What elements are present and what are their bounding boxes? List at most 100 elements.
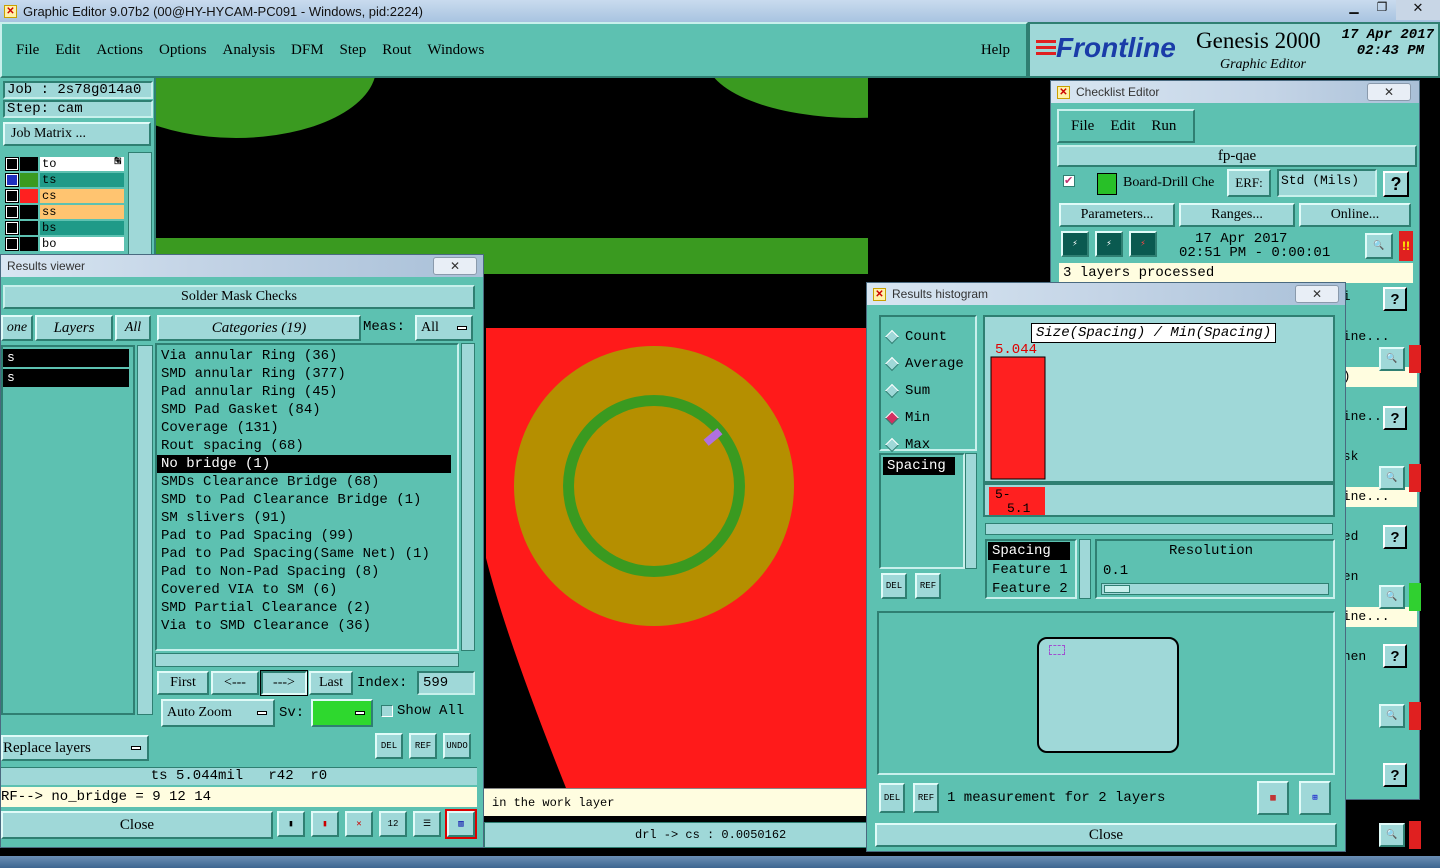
help-menu[interactable]: Help [981,42,1010,59]
category-item[interactable]: Pad to Pad Spacing (99) [157,527,451,545]
checklist-side-zoom-icon[interactable]: 🔍 [1379,347,1405,371]
undo-button[interactable]: UNDO [443,733,471,759]
ref-button[interactable]: REF [409,733,437,759]
board-view-icon[interactable]: ⊞ [1299,781,1331,815]
category-item[interactable]: Covered VIA to SM (6) [157,581,451,599]
category-item[interactable]: Pad to Pad Spacing(Same Net) (1) [157,545,451,563]
menu-edit[interactable]: Edit [55,42,80,59]
menu-actions[interactable]: Actions [96,42,143,59]
histogram-ref-bottom[interactable]: REF [913,783,939,813]
layer-row-cs[interactable]: cs [5,188,124,204]
parameters-button[interactable]: Parameters... [1059,203,1175,227]
category-item[interactable]: Via to SMD Clearance (36) [157,617,451,635]
checklist-side-help[interactable]: ? [1383,644,1407,668]
checklist-side-zoom-icon[interactable]: 🔍 [1379,585,1405,609]
check-enabled-checkbox[interactable]: ✔ [1063,175,1075,187]
histogram-ref-button[interactable]: REF [915,573,941,599]
menu-options[interactable]: Options [159,42,207,59]
all-layers-tab[interactable]: All [115,315,151,341]
category-item[interactable]: Pad to Non-Pad Spacing (8) [157,563,451,581]
checklist-side-help[interactable]: ? [1383,763,1407,787]
categories-list[interactable]: Via annular Ring (36) SMD annular Ring (3… [155,343,459,651]
histogram-close-button[interactable]: Close [875,823,1337,847]
run-check-icon[interactable]: ⚡ [1061,231,1089,257]
layer-result-item[interactable]: s [3,369,129,387]
menu-rout[interactable]: Rout [382,42,411,59]
erf-button[interactable]: ERF: [1227,169,1271,197]
layer-row-ss[interactable]: ss [5,204,124,220]
layer-results-scrollbar[interactable] [137,345,153,715]
layer-checkbox[interactable] [5,173,19,187]
show-all-checkbox[interactable] [381,705,393,717]
checklist-side-help[interactable]: ? [1383,406,1407,430]
layer-scrollbar[interactable] [128,152,152,258]
layer-checkbox[interactable] [5,237,19,251]
maximize-button[interactable]: ❐ [1368,0,1396,20]
layer-checkbox[interactable] [5,189,19,203]
layers-tab[interactable]: Layers [35,315,113,341]
menu-step[interactable]: Step [340,42,367,59]
none-tab[interactable]: one [1,315,33,341]
zoom-result-icon[interactable]: 🔍 [1365,233,1393,259]
close-window-button[interactable]: ✕ [1396,0,1440,20]
index-input[interactable]: 599 [417,671,475,695]
checklist-side-zoom-icon[interactable]: 🔍 [1379,823,1405,847]
spacing-field-item[interactable]: Feature 2 [988,580,1070,598]
mode-min-radio[interactable]: Min [881,404,975,431]
checklist-close[interactable]: ✕ [1367,83,1411,101]
resolution-slider[interactable] [1101,583,1329,595]
run-selected-icon[interactable]: ⚡ [1095,231,1123,257]
chart-view-icon[interactable]: ▦ [1257,781,1289,815]
histogram-del-bottom[interactable]: DEL [879,783,905,813]
meas-select[interactable]: All [415,315,473,341]
checklist-menu-run[interactable]: Run [1151,118,1176,135]
resolution-slider-thumb[interactable] [1104,585,1130,593]
mode-average-radio[interactable]: Average [881,350,975,377]
job-matrix-button[interactable]: Job Matrix ... [3,122,151,146]
sv-color-select[interactable] [311,699,373,727]
red-view-icon[interactable]: ▮ [311,811,339,837]
layer-checkbox[interactable] [5,221,19,235]
layer-row-ts[interactable]: ts ⊞ [5,156,124,188]
layer-result-item[interactable]: s [3,349,129,367]
mode-sum-radio[interactable]: Sum [881,377,975,404]
histogram-icon[interactable]: ▥ [445,809,477,839]
category-item[interactable]: SM slivers (91) [157,509,451,527]
zoom-select[interactable]: Auto Zoom [161,699,275,727]
histogram-close[interactable]: ✕ [1295,285,1339,303]
categories-hscroll[interactable] [155,653,459,667]
results-close-button[interactable]: Close [1,811,273,839]
checklist-side-zoom-icon[interactable]: 🔍 [1379,466,1405,490]
checklist-side-zoom-icon[interactable]: 🔍 [1379,704,1405,728]
category-item[interactable]: Coverage (131) [157,419,451,437]
menu-dfm[interactable]: DFM [291,42,324,59]
layer-checkbox[interactable] [5,157,19,171]
counter-icon[interactable]: 12 [379,811,407,837]
menu-analysis[interactable]: Analysis [223,42,276,59]
checklist-side-help[interactable]: ? [1383,525,1407,549]
stop-check-icon[interactable]: ⚡ [1129,231,1157,257]
mode-count-radio[interactable]: Count [881,323,975,350]
check-help-button[interactable]: ? [1383,171,1409,197]
categories-vscroll[interactable] [461,343,475,651]
category-item[interactable]: SMD Partial Clearance (2) [157,599,451,617]
histogram-del-button[interactable]: DEL [881,573,907,599]
checklist-menu-file[interactable]: File [1071,118,1094,135]
minimize-button[interactable]: ▁ [1340,0,1368,20]
menu-windows[interactable]: Windows [427,42,484,59]
checklist-menu-edit[interactable]: Edit [1110,118,1135,135]
layer-row-bs[interactable]: bs [5,220,124,236]
last-button[interactable]: Last [309,671,353,695]
spacing-scrollbar[interactable] [1079,539,1091,599]
measure-list[interactable]: Spacing [879,453,965,569]
first-button[interactable]: First [157,671,209,695]
layer-results-list[interactable]: ss [1,345,135,715]
measure-scrollbar[interactable] [965,453,977,569]
layer-row-bo[interactable]: bo ✎ [5,156,124,252]
next-button[interactable]: ---> [260,670,308,696]
results-viewer-close[interactable]: ✕ [433,257,477,275]
prev-button[interactable]: <--- [211,671,259,695]
report-icon[interactable]: ☰ [413,811,441,837]
online-button[interactable]: Online... [1299,203,1411,227]
exclude-icon[interactable]: ✕ [345,811,373,837]
